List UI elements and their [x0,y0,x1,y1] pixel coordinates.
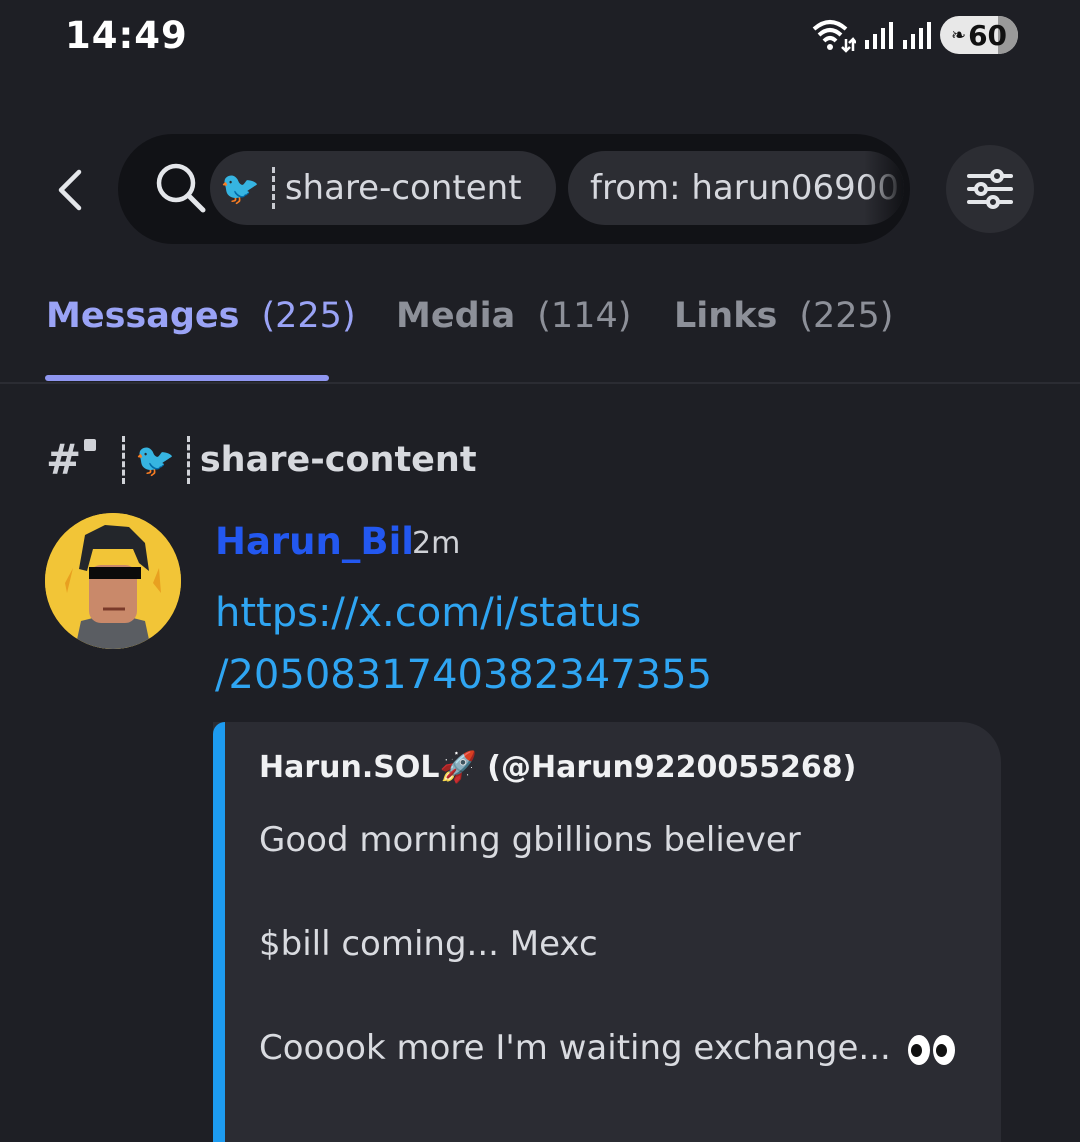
tab-media[interactable]: Media (114) [396,296,631,336]
tab-media-label: Media [396,296,516,336]
active-tab-indicator [45,375,329,381]
back-button[interactable] [40,155,100,225]
tab-messages[interactable]: Messages (225) [46,296,356,336]
from-filter-chip[interactable]: from: harun06900 [568,151,904,225]
signal-icon [865,22,893,49]
message-author[interactable]: Harun_Bil [215,520,414,563]
message-link-line1: https://x.com/i/status [215,590,642,636]
tab-media-count: (114) [537,296,632,336]
wifi-icon [812,20,856,53]
results-tabs: Messages (225) Media (114) Links (225) [0,290,1080,384]
separator [186,436,190,484]
status-icons: ❧ 60 [810,16,1018,54]
tab-links-label: Links [674,296,778,336]
from-filter-label: from: harun06900 [590,168,900,208]
battery-level: 60 [968,18,1008,52]
signal-icon-2 [903,22,931,49]
tab-links[interactable]: Links (225) [674,296,893,336]
status-bar: 14:49 ❧ 60 [0,0,1080,80]
result-channel-name: share-content [199,440,477,480]
search-icon [153,160,209,216]
embed-text-line: Cooook more I'm waiting exchange... [259,1028,891,1068]
avatar[interactable] [45,513,181,649]
bird-icon: 🐦 [220,169,260,207]
message-timestamp: 2m [412,526,461,561]
message-link[interactable]: https://x.com/i/status /2050831740382347… [215,582,1035,706]
chevron-left-icon [58,169,82,211]
tab-messages-count: (225) [261,296,356,336]
separator [271,167,275,209]
battery-saver-icon: ❧ [950,24,967,46]
sliders-icon [967,169,1013,209]
clock: 14:49 [65,14,188,57]
tab-links-count: (225) [799,296,894,336]
bird-icon: 🐦 [135,441,175,479]
eyes-icon [907,1034,955,1065]
embed-text-line: Good morning gbillions believer [259,820,801,860]
filter-button[interactable] [946,145,1034,233]
embed-text-line-eyes: Cooook more I'm waiting exchange... [259,1028,955,1068]
embed-author[interactable]: Harun.SOL🚀 (@Harun9220055268) [259,750,856,785]
locked-channel-icon: # [46,435,96,485]
battery-indicator: ❧ 60 [940,16,1018,54]
result-channel-header[interactable]: # 🐦 share-content [46,432,477,488]
channel-filter-chip[interactable]: 🐦 share-content [210,151,556,225]
embed-text-line: $bill coming... Mexc [259,924,598,964]
search-bar[interactable]: 🐦 share-content from: harun06900 [118,134,910,244]
link-embed[interactable]: Harun.SOL🚀 (@Harun9220055268) Good morni… [213,722,1001,1142]
separator [122,436,125,484]
channel-filter-label: share-content [284,168,522,208]
embed-accent-bar [213,722,225,1142]
message-link-line2: /2050831740382347355 [215,652,713,698]
tab-messages-label: Messages [46,296,240,336]
